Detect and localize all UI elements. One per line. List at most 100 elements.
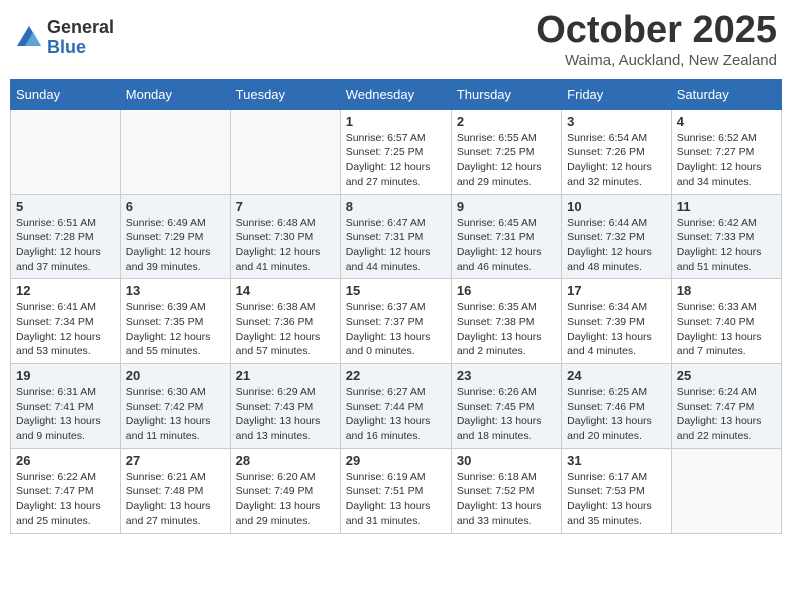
day-number: 26 xyxy=(16,453,115,468)
calendar-day-cell: 13 Sunrise: 6:39 AM Sunset: 7:35 PM Dayli… xyxy=(120,279,230,364)
day-info: Sunrise: 6:27 AM Sunset: 7:44 PM Dayligh… xyxy=(346,385,446,444)
day-number: 29 xyxy=(346,453,446,468)
day-info: Sunrise: 6:30 AM Sunset: 7:42 PM Dayligh… xyxy=(126,385,225,444)
day-info: Sunrise: 6:39 AM Sunset: 7:35 PM Dayligh… xyxy=(126,300,225,359)
day-info: Sunrise: 6:44 AM Sunset: 7:32 PM Dayligh… xyxy=(567,216,666,275)
day-info: Sunrise: 6:42 AM Sunset: 7:33 PM Dayligh… xyxy=(677,216,776,275)
title-block: October 2025 Waima, Auckland, New Zealan… xyxy=(536,10,777,69)
calendar-day-cell: 22 Sunrise: 6:27 AM Sunset: 7:44 PM Dayli… xyxy=(340,364,451,449)
calendar-day-cell: 16Sunrise: 6:35 AM Sunset: 7:38 PM Dayli… xyxy=(451,279,561,364)
day-info: Sunrise: 6:21 AM Sunset: 7:48 PM Dayligh… xyxy=(126,470,225,529)
day-info: Sunrise: 6:55 AM Sunset: 7:25 PM Dayligh… xyxy=(457,131,556,190)
day-number: 21 xyxy=(236,368,335,383)
logo-general-text: General xyxy=(47,18,114,38)
day-number: 19 xyxy=(16,368,115,383)
day-info: Sunrise: 6:26 AM Sunset: 7:45 PM Dayligh… xyxy=(457,385,556,444)
calendar-day-cell xyxy=(11,109,121,194)
day-number: 16 xyxy=(457,283,556,298)
day-info: Sunrise: 6:20 AM Sunset: 7:49 PM Dayligh… xyxy=(236,470,335,529)
weekday-header-wednesday: Wednesday xyxy=(340,79,451,109)
calendar-week-row: 19 Sunrise: 6:31 AM Sunset: 7:41 PM Dayli… xyxy=(11,364,782,449)
calendar-day-cell xyxy=(120,109,230,194)
day-number: 13 xyxy=(126,283,225,298)
day-number: 18 xyxy=(677,283,776,298)
day-info: Sunrise: 6:45 AM Sunset: 7:31 PM Dayligh… xyxy=(457,216,556,275)
calendar-day-cell: 1 Sunrise: 6:57 AM Sunset: 7:25 PM Daylig… xyxy=(340,109,451,194)
day-info: Sunrise: 6:52 AM Sunset: 7:27 PM Dayligh… xyxy=(677,131,776,190)
calendar-day-cell: 10 Sunrise: 6:44 AM Sunset: 7:32 PM Dayli… xyxy=(562,194,672,279)
logo-icon xyxy=(15,24,43,52)
page-header: General Blue October 2025 Waima, Aucklan… xyxy=(10,10,782,69)
day-number: 4 xyxy=(677,114,776,129)
day-number: 22 xyxy=(346,368,446,383)
calendar-day-cell: 2Sunrise: 6:55 AM Sunset: 7:25 PM Daylig… xyxy=(451,109,561,194)
day-number: 30 xyxy=(457,453,556,468)
day-number: 9 xyxy=(457,199,556,214)
day-info: Sunrise: 6:31 AM Sunset: 7:41 PM Dayligh… xyxy=(16,385,115,444)
day-number: 8 xyxy=(346,199,446,214)
day-info: Sunrise: 6:29 AM Sunset: 7:43 PM Dayligh… xyxy=(236,385,335,444)
calendar-day-cell: 11 Sunrise: 6:42 AM Sunset: 7:33 PM Dayli… xyxy=(671,194,781,279)
calendar-day-cell: 5 Sunrise: 6:51 AM Sunset: 7:28 PM Daylig… xyxy=(11,194,121,279)
calendar-day-cell: 6Sunrise: 6:49 AM Sunset: 7:29 PM Daylig… xyxy=(120,194,230,279)
day-number: 12 xyxy=(16,283,115,298)
location-text: Waima, Auckland, New Zealand xyxy=(536,52,777,69)
month-title: October 2025 xyxy=(536,10,777,52)
day-info: Sunrise: 6:34 AM Sunset: 7:39 PM Dayligh… xyxy=(567,300,666,359)
day-info: Sunrise: 6:41 AM Sunset: 7:34 PM Dayligh… xyxy=(16,300,115,359)
calendar-day-cell xyxy=(671,448,781,533)
day-info: Sunrise: 6:57 AM Sunset: 7:25 PM Dayligh… xyxy=(346,131,446,190)
day-number: 15 xyxy=(346,283,446,298)
day-info: Sunrise: 6:38 AM Sunset: 7:36 PM Dayligh… xyxy=(236,300,335,359)
calendar-table: SundayMondayTuesdayWednesdayThursdayFrid… xyxy=(10,79,782,534)
day-info: Sunrise: 6:25 AM Sunset: 7:46 PM Dayligh… xyxy=(567,385,666,444)
calendar-day-cell: 27 Sunrise: 6:21 AM Sunset: 7:48 PM Dayli… xyxy=(120,448,230,533)
weekday-header-tuesday: Tuesday xyxy=(230,79,340,109)
calendar-week-row: 12 Sunrise: 6:41 AM Sunset: 7:34 PM Dayli… xyxy=(11,279,782,364)
day-info: Sunrise: 6:47 AM Sunset: 7:31 PM Dayligh… xyxy=(346,216,446,275)
day-number: 1 xyxy=(346,114,446,129)
calendar-day-cell: 30 Sunrise: 6:18 AM Sunset: 7:52 PM Dayli… xyxy=(451,448,561,533)
day-info: Sunrise: 6:49 AM Sunset: 7:29 PM Dayligh… xyxy=(126,216,225,275)
calendar-day-cell: 25 Sunrise: 6:24 AM Sunset: 7:47 PM Dayli… xyxy=(671,364,781,449)
day-info: Sunrise: 6:24 AM Sunset: 7:47 PM Dayligh… xyxy=(677,385,776,444)
day-info: Sunrise: 6:54 AM Sunset: 7:26 PM Dayligh… xyxy=(567,131,666,190)
day-info: Sunrise: 6:51 AM Sunset: 7:28 PM Dayligh… xyxy=(16,216,115,275)
day-info: Sunrise: 6:18 AM Sunset: 7:52 PM Dayligh… xyxy=(457,470,556,529)
day-info: Sunrise: 6:19 AM Sunset: 7:51 PM Dayligh… xyxy=(346,470,446,529)
day-number: 3 xyxy=(567,114,666,129)
day-number: 23 xyxy=(457,368,556,383)
logo-text: General Blue xyxy=(47,18,114,58)
day-info: Sunrise: 6:48 AM Sunset: 7:30 PM Dayligh… xyxy=(236,216,335,275)
day-number: 11 xyxy=(677,199,776,214)
day-number: 20 xyxy=(126,368,225,383)
calendar-day-cell: 19 Sunrise: 6:31 AM Sunset: 7:41 PM Dayli… xyxy=(11,364,121,449)
logo: General Blue xyxy=(15,18,114,58)
calendar-day-cell: 15 Sunrise: 6:37 AM Sunset: 7:37 PM Dayli… xyxy=(340,279,451,364)
calendar-day-cell: 26Sunrise: 6:22 AM Sunset: 7:47 PM Dayli… xyxy=(11,448,121,533)
day-number: 7 xyxy=(236,199,335,214)
weekday-header-sunday: Sunday xyxy=(11,79,121,109)
day-number: 24 xyxy=(567,368,666,383)
day-number: 25 xyxy=(677,368,776,383)
calendar-day-cell: 23 Sunrise: 6:26 AM Sunset: 7:45 PM Dayli… xyxy=(451,364,561,449)
day-number: 27 xyxy=(126,453,225,468)
calendar-day-cell: 21 Sunrise: 6:29 AM Sunset: 7:43 PM Dayli… xyxy=(230,364,340,449)
calendar-day-cell: 20 Sunrise: 6:30 AM Sunset: 7:42 PM Dayli… xyxy=(120,364,230,449)
calendar-day-cell: 28Sunrise: 6:20 AM Sunset: 7:49 PM Dayli… xyxy=(230,448,340,533)
day-number: 10 xyxy=(567,199,666,214)
calendar-day-cell: 31Sunrise: 6:17 AM Sunset: 7:53 PM Dayli… xyxy=(562,448,672,533)
calendar-day-cell: 3 Sunrise: 6:54 AM Sunset: 7:26 PM Daylig… xyxy=(562,109,672,194)
calendar-day-cell: 24 Sunrise: 6:25 AM Sunset: 7:46 PM Dayli… xyxy=(562,364,672,449)
calendar-day-cell: 14Sunrise: 6:38 AM Sunset: 7:36 PM Dayli… xyxy=(230,279,340,364)
calendar-day-cell: 4 Sunrise: 6:52 AM Sunset: 7:27 PM Daylig… xyxy=(671,109,781,194)
calendar-day-cell: 7 Sunrise: 6:48 AM Sunset: 7:30 PM Daylig… xyxy=(230,194,340,279)
calendar-day-cell: 8 Sunrise: 6:47 AM Sunset: 7:31 PM Daylig… xyxy=(340,194,451,279)
weekday-header-friday: Friday xyxy=(562,79,672,109)
day-info: Sunrise: 6:37 AM Sunset: 7:37 PM Dayligh… xyxy=(346,300,446,359)
day-info: Sunrise: 6:33 AM Sunset: 7:40 PM Dayligh… xyxy=(677,300,776,359)
calendar-day-cell: 12 Sunrise: 6:41 AM Sunset: 7:34 PM Dayli… xyxy=(11,279,121,364)
day-number: 17 xyxy=(567,283,666,298)
calendar-header-row: SundayMondayTuesdayWednesdayThursdayFrid… xyxy=(11,79,782,109)
day-number: 5 xyxy=(16,199,115,214)
